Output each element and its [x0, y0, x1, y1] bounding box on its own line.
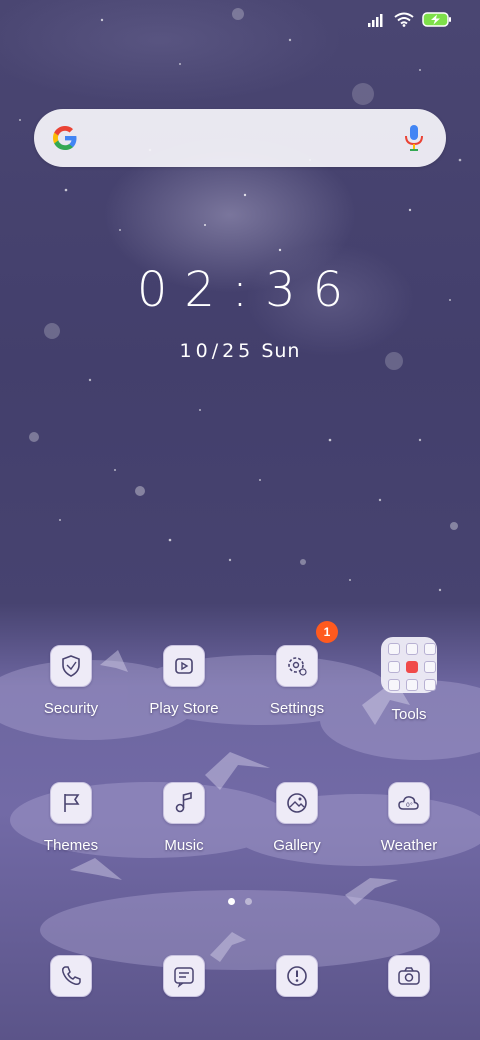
app-play-store[interactable]: Play Store [128, 645, 240, 717]
page-dot[interactable] [245, 898, 252, 905]
dock-notes[interactable] [241, 955, 353, 997]
gallery-icon [276, 782, 318, 824]
camera-icon [388, 955, 430, 997]
page-indicator[interactable] [0, 898, 480, 905]
music-note-icon [163, 782, 205, 824]
app-label: Themes [43, 837, 99, 854]
app-settings[interactable]: Settings [241, 645, 353, 717]
date-day: Sun [261, 340, 301, 362]
microphone-icon[interactable] [402, 123, 426, 153]
app-gallery[interactable]: Gallery [241, 782, 353, 854]
wifi-icon [394, 12, 414, 27]
phone-icon [50, 955, 92, 997]
play-store-icon [163, 645, 205, 687]
app-weather[interactable]: 0° Weather [353, 782, 465, 854]
dock-camera[interactable] [353, 955, 465, 997]
app-label: Play Store [149, 700, 219, 717]
notes-icon [276, 955, 318, 997]
app-label: Tools [391, 706, 427, 723]
svg-text:0°: 0° [406, 802, 413, 809]
settings-gear-icon [276, 645, 318, 687]
app-security[interactable]: Security [15, 645, 127, 717]
clock-time[interactable]: 02:36 [0, 262, 480, 318]
app-label: Weather [380, 837, 438, 854]
signal-bars-icon [368, 13, 383, 27]
page-dot-active[interactable] [228, 898, 235, 905]
app-themes[interactable]: Themes [15, 782, 127, 854]
app-music[interactable]: Music [128, 782, 240, 854]
google-g-icon [53, 126, 77, 150]
clock-date[interactable]: 10/25 Sun [0, 340, 480, 362]
battery-charging-icon [422, 12, 451, 27]
app-label: Security [43, 700, 99, 717]
weather-icon: 0° [388, 782, 430, 824]
date-numbers: 10/25 [179, 340, 255, 362]
dock-phone[interactable] [15, 955, 127, 997]
security-shield-icon [50, 645, 92, 687]
notification-badge: 1 [316, 621, 338, 643]
app-label: Gallery [273, 837, 321, 854]
google-search-bar[interactable] [34, 109, 446, 167]
dock-messages[interactable] [128, 955, 240, 997]
app-label: Settings [269, 700, 325, 717]
app-label: Music [164, 837, 204, 854]
tools-folder-icon [381, 637, 437, 693]
app-tools-folder[interactable]: Tools [353, 637, 465, 723]
messages-icon [163, 955, 205, 997]
themes-flag-icon [50, 782, 92, 824]
status-bar [368, 12, 452, 27]
